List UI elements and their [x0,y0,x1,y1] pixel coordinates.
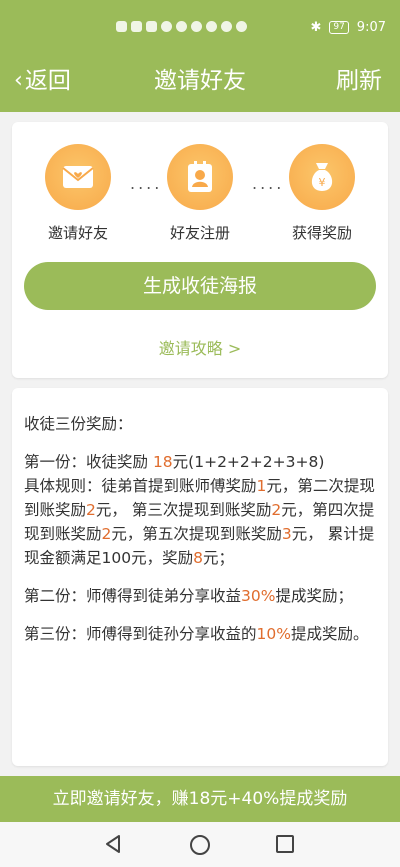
refresh-button[interactable]: 刷新 [336,66,382,96]
wifi-icon [161,21,172,32]
reward-second: 第二份：师傅得到徒弟分享收益30%提成奖励； [24,587,353,605]
chat-icon [191,21,202,32]
step-dots: .... [252,174,285,193]
step-register: 好友注册 [160,144,240,243]
rewards-intro: 收徒三份奖励： [24,415,133,433]
nav-home-icon[interactable] [190,835,210,855]
id-card-icon [167,144,233,210]
hd-icon [116,21,127,32]
step-label: 获得奖励 [291,224,352,242]
nav-recent-icon[interactable] [276,835,294,853]
app-notification-icon [176,21,187,32]
step-invite: 邀请好友 [38,144,118,243]
invite-guide-link[interactable]: 邀请攻略 > [12,335,388,359]
reward-third: 第三份：师傅得到徒孙分享收益的10%提成奖励。 [24,625,369,643]
system-nav-bar [0,822,400,867]
app-icon [206,21,217,32]
step-label: 邀请好友 [47,224,108,242]
clock: 9:07 [356,20,386,35]
step-reward: ¥ 获得奖励 [282,144,362,243]
money-bag-icon: ¥ [289,144,355,210]
rewards-card: 收徒三份奖励： 第一份：收徒奖励 18元(1+2+2+2+3+8) 具体规则：徒… [12,388,388,766]
invite-now-button[interactable]: 立即邀请好友，赚18元+40%提成奖励 [0,776,400,822]
signal-5g-icon [131,21,142,32]
svg-text:¥: ¥ [319,176,326,189]
step-dots: .... [130,174,163,193]
invite-steps-card: 邀请好友 .... 好友注册 .... ¥ 获得奖励 生成收徒海报 邀请攻略 > [12,122,388,378]
status-bar: ✱ 97 9:07 [0,0,400,58]
reward-first: 第一份：收徒奖励 18元(1+2+2+2+3+8) 具体规则：徒弟首提到账师傅奖… [24,453,375,567]
envelope-heart-icon [45,144,111,210]
status-icons [116,21,247,32]
signal-4g-icon [146,21,157,32]
bluetooth-icon: ✱ [310,20,322,35]
nav-back-icon[interactable] [104,834,122,858]
step-label: 好友注册 [169,224,230,242]
app-icon [236,21,247,32]
cloud-icon [221,21,232,32]
app-header: ‹ 返回 邀请好友 刷新 [0,58,400,112]
generate-poster-button[interactable]: 生成收徒海报 [24,262,376,310]
battery-indicator: 97 [329,21,349,34]
